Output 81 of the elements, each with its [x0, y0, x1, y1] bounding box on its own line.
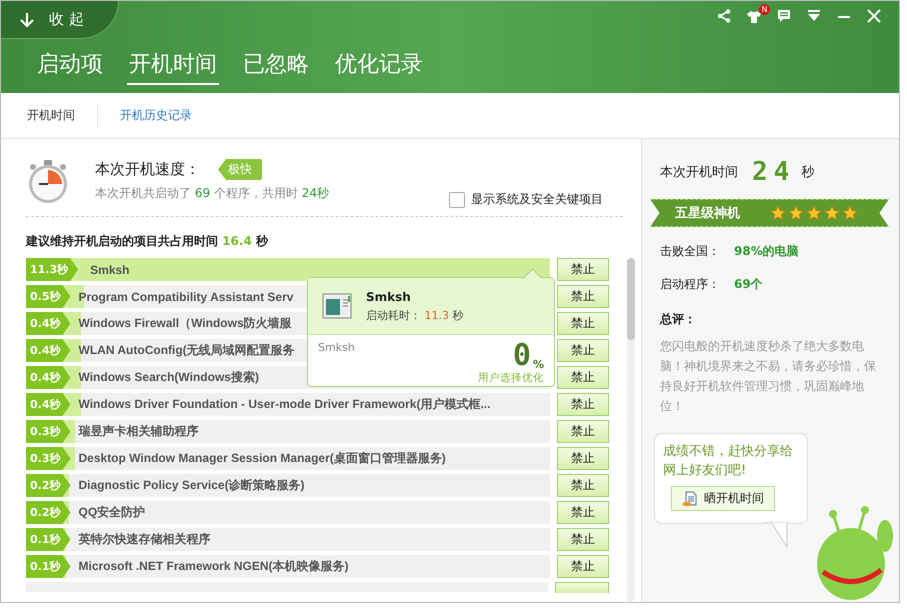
review-title: 总评： — [660, 311, 697, 328]
scrollbar[interactable] — [627, 258, 635, 602]
time-badge: 0.2秒 — [26, 501, 70, 524]
checkbox-label: 显示系统及安全关键项目 — [471, 191, 603, 208]
program-description: Smksh — [318, 341, 355, 356]
startup-item-bar[interactable]: 0.3秒 Desktop Window Manager Session Manager(桌面窗口管理器服务) — [26, 447, 550, 470]
dropdown-icon[interactable] — [807, 10, 821, 22]
startup-item-bar[interactable]: 0.1秒 英特尔快速存储相关程序 — [26, 528, 550, 551]
percent-label: 用户选择优化 — [478, 371, 544, 385]
stat-value: 69个 — [734, 276, 763, 293]
summary-text: 本次开机共启动了 69 个程序，共用时 24秒 — [95, 185, 330, 202]
notification-badge: N — [759, 4, 770, 14]
review-text: 您闪电般的开机速度秒杀了绝大多数电脑！神机境界来之不易，请务必珍惜，保持良好开机软件管理习惯，巩固巅峰地位！ — [660, 338, 877, 415]
main-tab[interactable]: 启动项 — [35, 49, 105, 85]
share-icon[interactable] — [717, 9, 731, 23]
star-icon — [824, 205, 840, 221]
time-badge: 0.4秒 — [26, 339, 70, 362]
time-badge: 0.4秒 — [26, 393, 70, 416]
disable-button[interactable]: 禁止 — [557, 501, 609, 524]
time-badge: 0.3秒 — [26, 447, 70, 470]
disable-button[interactable]: 禁止 — [557, 366, 609, 389]
item-name: QQ安全防护 — [78, 504, 146, 521]
time-badge: 0.4秒 — [26, 366, 70, 389]
disable-button[interactable]: 禁止 — [557, 258, 609, 281]
star-icon — [806, 205, 822, 221]
item-name: 英特尔快速存储相关程序 — [78, 531, 210, 548]
share-button[interactable]: 晒开机时间 — [671, 486, 775, 511]
stat-value: 98%的电脑 — [734, 243, 799, 260]
time-badge: 0.1秒 — [26, 528, 70, 551]
star-icon — [788, 205, 804, 221]
disable-button[interactable]: 禁止 — [557, 447, 609, 470]
boot-time-label: 本次开机时间 — [660, 164, 738, 181]
disable-button[interactable]: 禁止 — [557, 474, 609, 497]
item-name: Diagnostic Policy Service(诊断策略服务) — [78, 477, 305, 494]
time-badge: 11.3秒 — [26, 258, 78, 281]
recommend-text: 建议维持开机启动的项目共占用时间 16.4 秒 — [26, 233, 270, 250]
close-icon[interactable] — [867, 9, 881, 23]
item-name: Smksh — [90, 262, 130, 276]
program-window-icon — [322, 293, 352, 319]
down-arrow-icon — [19, 12, 35, 28]
rank-label: 五星级神机 — [675, 205, 740, 222]
boot-time-value: 24 — [752, 157, 796, 187]
speed-tag: 极快 — [218, 159, 262, 180]
disable-button[interactable]: 禁止 — [557, 555, 609, 578]
time-badge: 0.2秒 — [26, 474, 70, 497]
sub-tab[interactable]: 开机历史记录 — [112, 107, 200, 124]
shirt-icon[interactable] — [747, 10, 761, 22]
stat-label: 击败全国： — [660, 243, 720, 260]
disable-button[interactable]: 禁止 — [557, 312, 609, 335]
startup-item-bar[interactable]: 11.3秒 Smksh — [26, 258, 550, 281]
time-badge: 0.3秒 — [26, 420, 70, 443]
boot-time-unit: 秒 — [801, 164, 814, 181]
item-name: Microsoft .NET Framework NGEN(本机映像服务) — [78, 558, 349, 575]
disable-button[interactable]: 禁止 — [557, 339, 609, 362]
time-badge: 0.1秒 — [26, 555, 70, 578]
item-name: 瑞昱声卡相关辅助程序 — [78, 423, 198, 440]
startup-item-bar[interactable]: 0.1秒 Microsoft .NET Framework NGEN(本机映像服务) — [26, 555, 550, 578]
main-tab[interactable]: 开机时间 — [127, 49, 219, 85]
stopwatch-icon — [26, 159, 70, 205]
item-name: Desktop Window Manager Session Manager(桌面窗口管理器服务) — [78, 450, 446, 467]
disable-button[interactable]: 禁止 — [557, 420, 609, 443]
time-badge: 0.4秒 — [26, 312, 70, 335]
share-prompt: 成绩不错，赶快分享给网上好友们吧! — [663, 443, 794, 480]
star-icon — [842, 205, 858, 221]
time-badge: 0.5秒 — [26, 285, 70, 308]
startup-item-bar[interactable]: 0.2秒 Diagnostic Policy Service(诊断策略服务) — [26, 474, 550, 497]
startup-item-bar[interactable]: 0.2秒 QQ安全防护 — [26, 501, 550, 524]
disable-button[interactable]: 禁止 — [557, 393, 609, 416]
message-icon[interactable] — [777, 9, 791, 23]
collapse-button[interactable]: 收 起 — [1, 1, 119, 39]
program-name: Smksh — [366, 290, 412, 304]
checkbox[interactable] — [449, 192, 465, 208]
speed-title: 本次开机速度： — [95, 160, 200, 179]
disable-button[interactable]: 禁止 — [557, 528, 609, 551]
document-icon — [682, 490, 698, 506]
star-icon — [770, 205, 786, 221]
sub-tab[interactable]: 开机时间 — [19, 107, 83, 124]
startup-item-bar[interactable]: 0.3秒 瑞昱声卡相关辅助程序 — [26, 420, 550, 443]
stat-label: 启动程序： — [660, 276, 720, 293]
main-tab[interactable]: 已忽略 — [241, 49, 311, 85]
disable-button[interactable]: 禁止 — [557, 285, 609, 308]
